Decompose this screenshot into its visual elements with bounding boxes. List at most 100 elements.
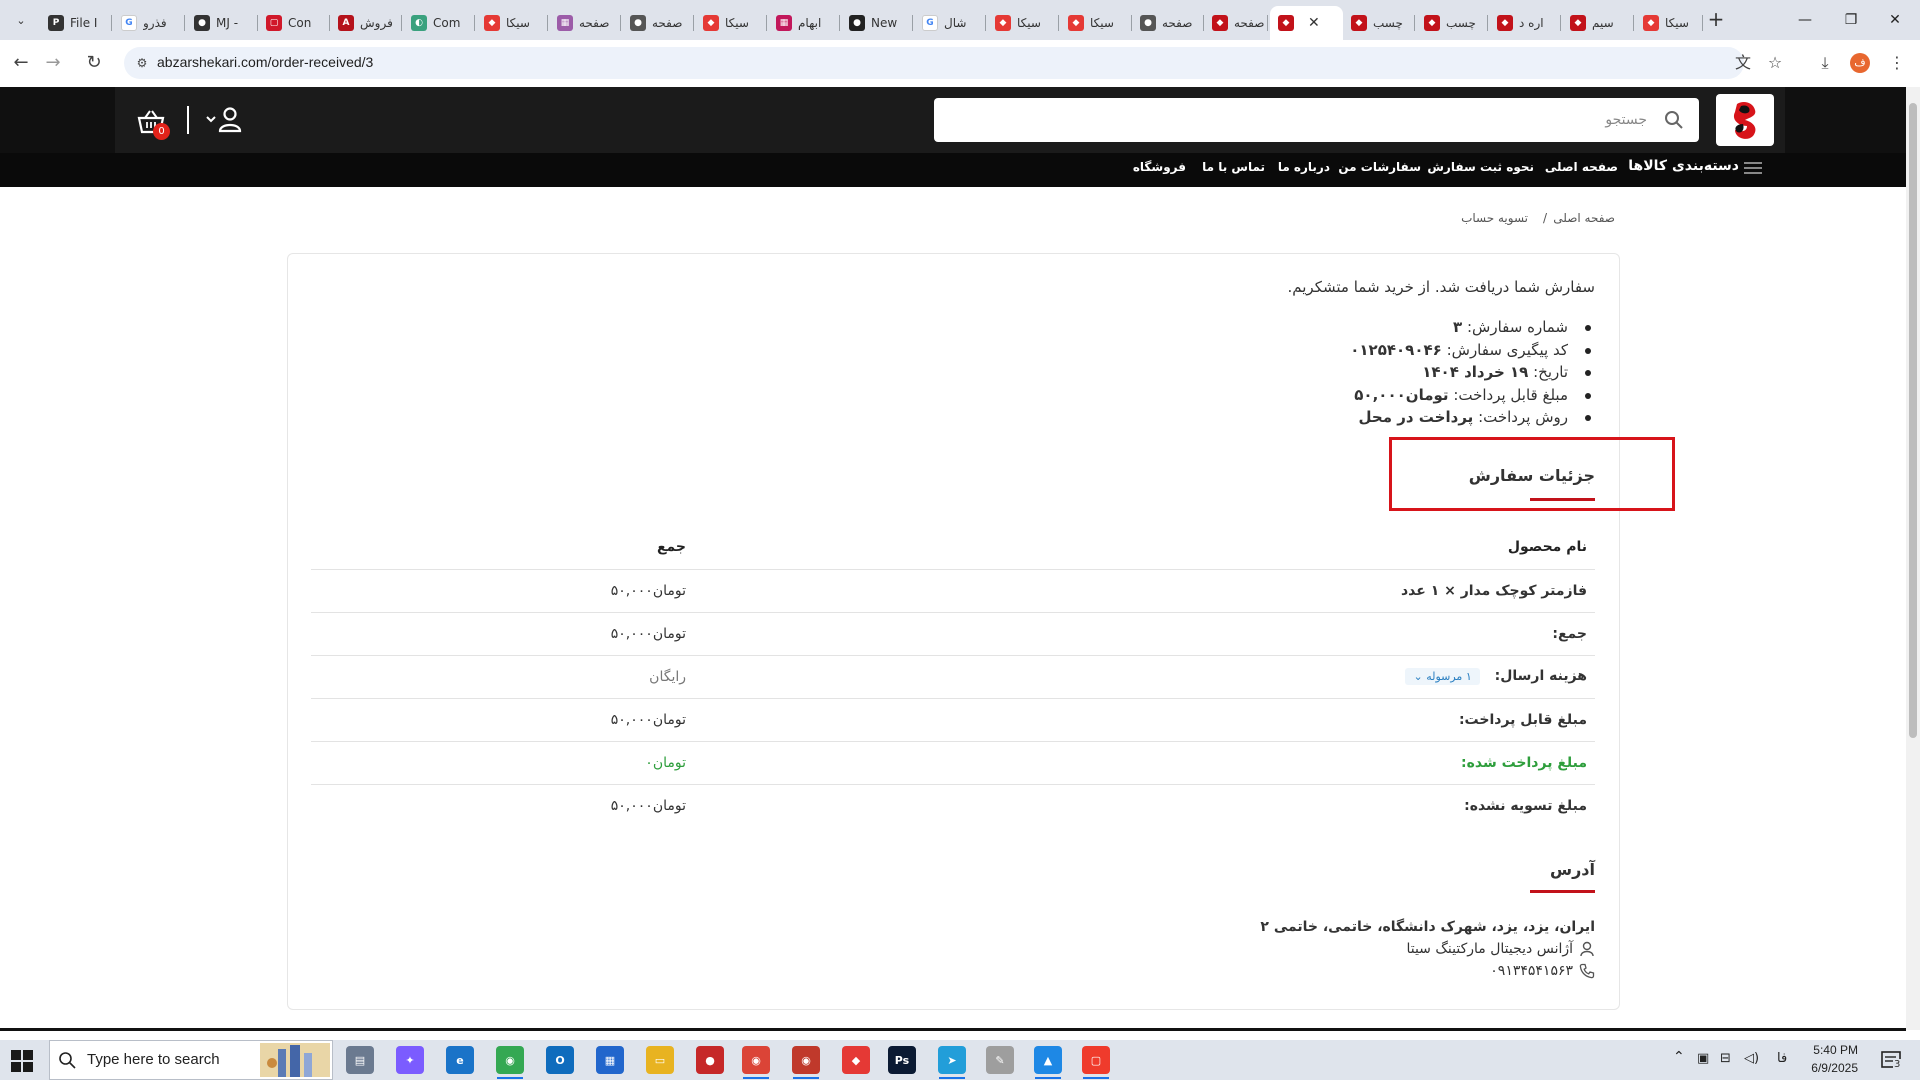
back-button[interactable]: ← bbox=[9, 51, 33, 75]
user-account-button[interactable] bbox=[204, 107, 244, 133]
overview-tracking-code: کد پیگیری سفارش: ۰۱۲۵۴۰۹۰۴۶ bbox=[1350, 339, 1595, 362]
browser-tab[interactable]: G شال bbox=[914, 6, 986, 40]
search-icon[interactable] bbox=[1663, 109, 1685, 131]
browser-tab[interactable]: ▦ ابهام bbox=[768, 6, 840, 40]
chevron-down-icon: ⌄ bbox=[1413, 670, 1423, 683]
nav-my-orders[interactable]: سفارشات من bbox=[1338, 160, 1421, 174]
order-details-title: جزئیات سفارش bbox=[1468, 466, 1595, 485]
taskbar-app-outlook-icon[interactable]: O bbox=[546, 1046, 574, 1074]
tab-title: فذرو bbox=[143, 16, 167, 30]
search-highlight-art bbox=[260, 1043, 330, 1077]
browser-tab[interactable]: ◆ چسب bbox=[1343, 6, 1415, 40]
tab-title: New bbox=[871, 16, 898, 30]
site-search-input[interactable] bbox=[1007, 98, 1647, 142]
breadcrumb-home[interactable]: صفحه اصلی bbox=[1553, 211, 1615, 225]
tab-title: MJ - bbox=[216, 16, 239, 30]
paid-label: مبلغ پرداخت شده: bbox=[694, 741, 1595, 785]
browser-tab[interactable]: P File I bbox=[40, 6, 112, 40]
nav-contact[interactable]: تماس با ما bbox=[1202, 160, 1265, 174]
browser-tab[interactable]: ◆ سیکا bbox=[476, 6, 548, 40]
browser-tab[interactable]: ● New bbox=[841, 6, 913, 40]
reload-button[interactable]: ↻ bbox=[82, 51, 106, 75]
tab-separator bbox=[111, 15, 112, 31]
browser-tab[interactable]: ▦ صفحه bbox=[549, 6, 621, 40]
close-window-button[interactable]: ✕ bbox=[1880, 8, 1910, 32]
site-info-icon[interactable]: ⚙ bbox=[134, 55, 150, 71]
tab-separator bbox=[474, 15, 475, 31]
browser-tab[interactable]: ● صفحه bbox=[1132, 6, 1204, 40]
nav-shop[interactable]: فروشگاه bbox=[1133, 160, 1186, 174]
download-icon[interactable]: ⤓ bbox=[1813, 51, 1837, 75]
nav-categories[interactable]: دسته‌بندی کالاها bbox=[1628, 158, 1739, 174]
browser-tab[interactable]: ◆ سیکا bbox=[1635, 6, 1703, 40]
browser-tab[interactable]: ◆ سیکا bbox=[695, 6, 767, 40]
minimize-button[interactable]: — bbox=[1790, 8, 1820, 32]
table-header-row: جمع نام محصول bbox=[311, 526, 1595, 570]
taskbar-app-anydesk-2-icon[interactable]: ▢ bbox=[1082, 1046, 1110, 1074]
taskbar-app-file-explorer-icon[interactable]: ▭ bbox=[646, 1046, 674, 1074]
volume-icon[interactable]: ◁) bbox=[1744, 1051, 1759, 1066]
tray-app-icon[interactable]: ▣ bbox=[1697, 1051, 1709, 1066]
browser-tab[interactable]: A فروش bbox=[330, 6, 402, 40]
tab-separator bbox=[985, 15, 986, 31]
taskbar-clock-time[interactable]: 5:40 PM bbox=[1813, 1043, 1858, 1057]
browser-tab[interactable]: ◐ Com bbox=[403, 6, 475, 40]
tab-search-chevron-icon[interactable]: ⌄ bbox=[10, 10, 32, 32]
tab-favicon-icon: ● bbox=[630, 15, 646, 31]
taskbar-clock-date[interactable]: 6/9/2025 bbox=[1811, 1061, 1858, 1075]
forward-button[interactable]: → bbox=[41, 51, 65, 75]
input-language-indicator[interactable]: فا bbox=[1777, 1051, 1787, 1066]
taskbar-app-photoshop-icon[interactable]: Ps bbox=[888, 1046, 916, 1074]
taskbar-app-chrome-profile-2-icon[interactable]: ◉ bbox=[792, 1046, 820, 1074]
taskbar-app-task-view-icon[interactable]: ▤ bbox=[346, 1046, 374, 1074]
new-tab-button[interactable]: + bbox=[1704, 8, 1728, 32]
windows-start-icon[interactable] bbox=[10, 1049, 34, 1073]
url-text[interactable]: abzarshekari.com/order-received/3 bbox=[157, 54, 373, 70]
taskbar-app-edge-icon[interactable]: e bbox=[446, 1046, 474, 1074]
taskbar-app-telegram-icon[interactable]: ➤ bbox=[938, 1046, 966, 1074]
tab-favicon-icon: ◆ bbox=[1351, 15, 1367, 31]
taskbar-app-chrome-profile-icon[interactable]: ◉ bbox=[742, 1046, 770, 1074]
taskbar-app-chrome-icon[interactable]: ◉ bbox=[496, 1046, 524, 1074]
browser-tab[interactable]: ◆ صفحه bbox=[1204, 6, 1268, 40]
tray-overflow-chevron-icon[interactable]: ⌃ bbox=[1673, 1049, 1685, 1065]
translate-icon[interactable]: 文 bbox=[1731, 51, 1755, 75]
notification-center-button[interactable]: 3 bbox=[1880, 1049, 1904, 1073]
taskbar-app-feather-app-icon[interactable]: ✎ bbox=[986, 1046, 1014, 1074]
browser-tab[interactable]: ● صفحه bbox=[622, 6, 694, 40]
tab-separator bbox=[620, 15, 621, 31]
browser-tab[interactable]: ◆ اره د bbox=[1489, 6, 1561, 40]
taskbar-app-photos-icon[interactable]: ▲ bbox=[1034, 1046, 1062, 1074]
nav-how-to-order[interactable]: نحوه ثبت سفارش bbox=[1427, 160, 1534, 174]
bookmark-star-icon[interactable]: ☆ bbox=[1763, 51, 1787, 75]
shipping-packages-dropdown[interactable]: ۱ مرسوله ⌄ bbox=[1405, 668, 1480, 685]
order-overview-list: شماره سفارش: ۳ کد پیگیری سفارش: ۰۱۲۵۴۰۹۰… bbox=[1350, 316, 1595, 429]
taskbar-search-text: Type here to search bbox=[87, 1051, 220, 1068]
browser-tab[interactable]: G فذرو bbox=[113, 6, 185, 40]
browser-tab[interactable]: ● MJ - bbox=[186, 6, 258, 40]
browser-tab[interactable]: ◆ سیکا bbox=[987, 6, 1059, 40]
taskbar-app-copilot-icon[interactable]: ✦ bbox=[396, 1046, 424, 1074]
item-name-link[interactable]: فازمتر کوچک مدار bbox=[1461, 583, 1587, 599]
hamburger-icon[interactable] bbox=[1744, 160, 1762, 176]
restore-button[interactable]: ❐ bbox=[1836, 8, 1866, 32]
taskbar-app-recorder-icon[interactable]: ● bbox=[696, 1046, 724, 1074]
site-search-box bbox=[934, 98, 1699, 142]
browser-tab[interactable]: ◆ سیم bbox=[1562, 6, 1634, 40]
taskbar-app-store-icon[interactable]: ▦ bbox=[596, 1046, 624, 1074]
site-logo[interactable] bbox=[1716, 94, 1774, 146]
browser-tab-active[interactable]: ◆ ✕ bbox=[1270, 6, 1343, 40]
browser-tab[interactable]: ◆ چسب bbox=[1416, 6, 1488, 40]
browser-tab[interactable]: ▢ Con bbox=[258, 6, 330, 40]
browser-menu-icon[interactable]: ⋮ bbox=[1885, 51, 1909, 75]
page-scrollbar-thumb[interactable] bbox=[1909, 103, 1917, 738]
profile-avatar[interactable]: ف bbox=[1850, 53, 1870, 73]
nav-home[interactable]: صفحه اصلی bbox=[1545, 160, 1618, 174]
nav-about[interactable]: درباره ما bbox=[1278, 160, 1330, 174]
tab-title: سیکا bbox=[506, 16, 530, 30]
taskbar-app-anydesk-icon[interactable]: ◆ bbox=[842, 1046, 870, 1074]
shipping-badge-label: ۱ مرسوله bbox=[1426, 670, 1472, 683]
network-icon[interactable]: ⊟ bbox=[1720, 1051, 1731, 1066]
browser-tab[interactable]: ◆ سیکا bbox=[1060, 6, 1132, 40]
close-tab-icon[interactable]: ✕ bbox=[1308, 15, 1320, 31]
